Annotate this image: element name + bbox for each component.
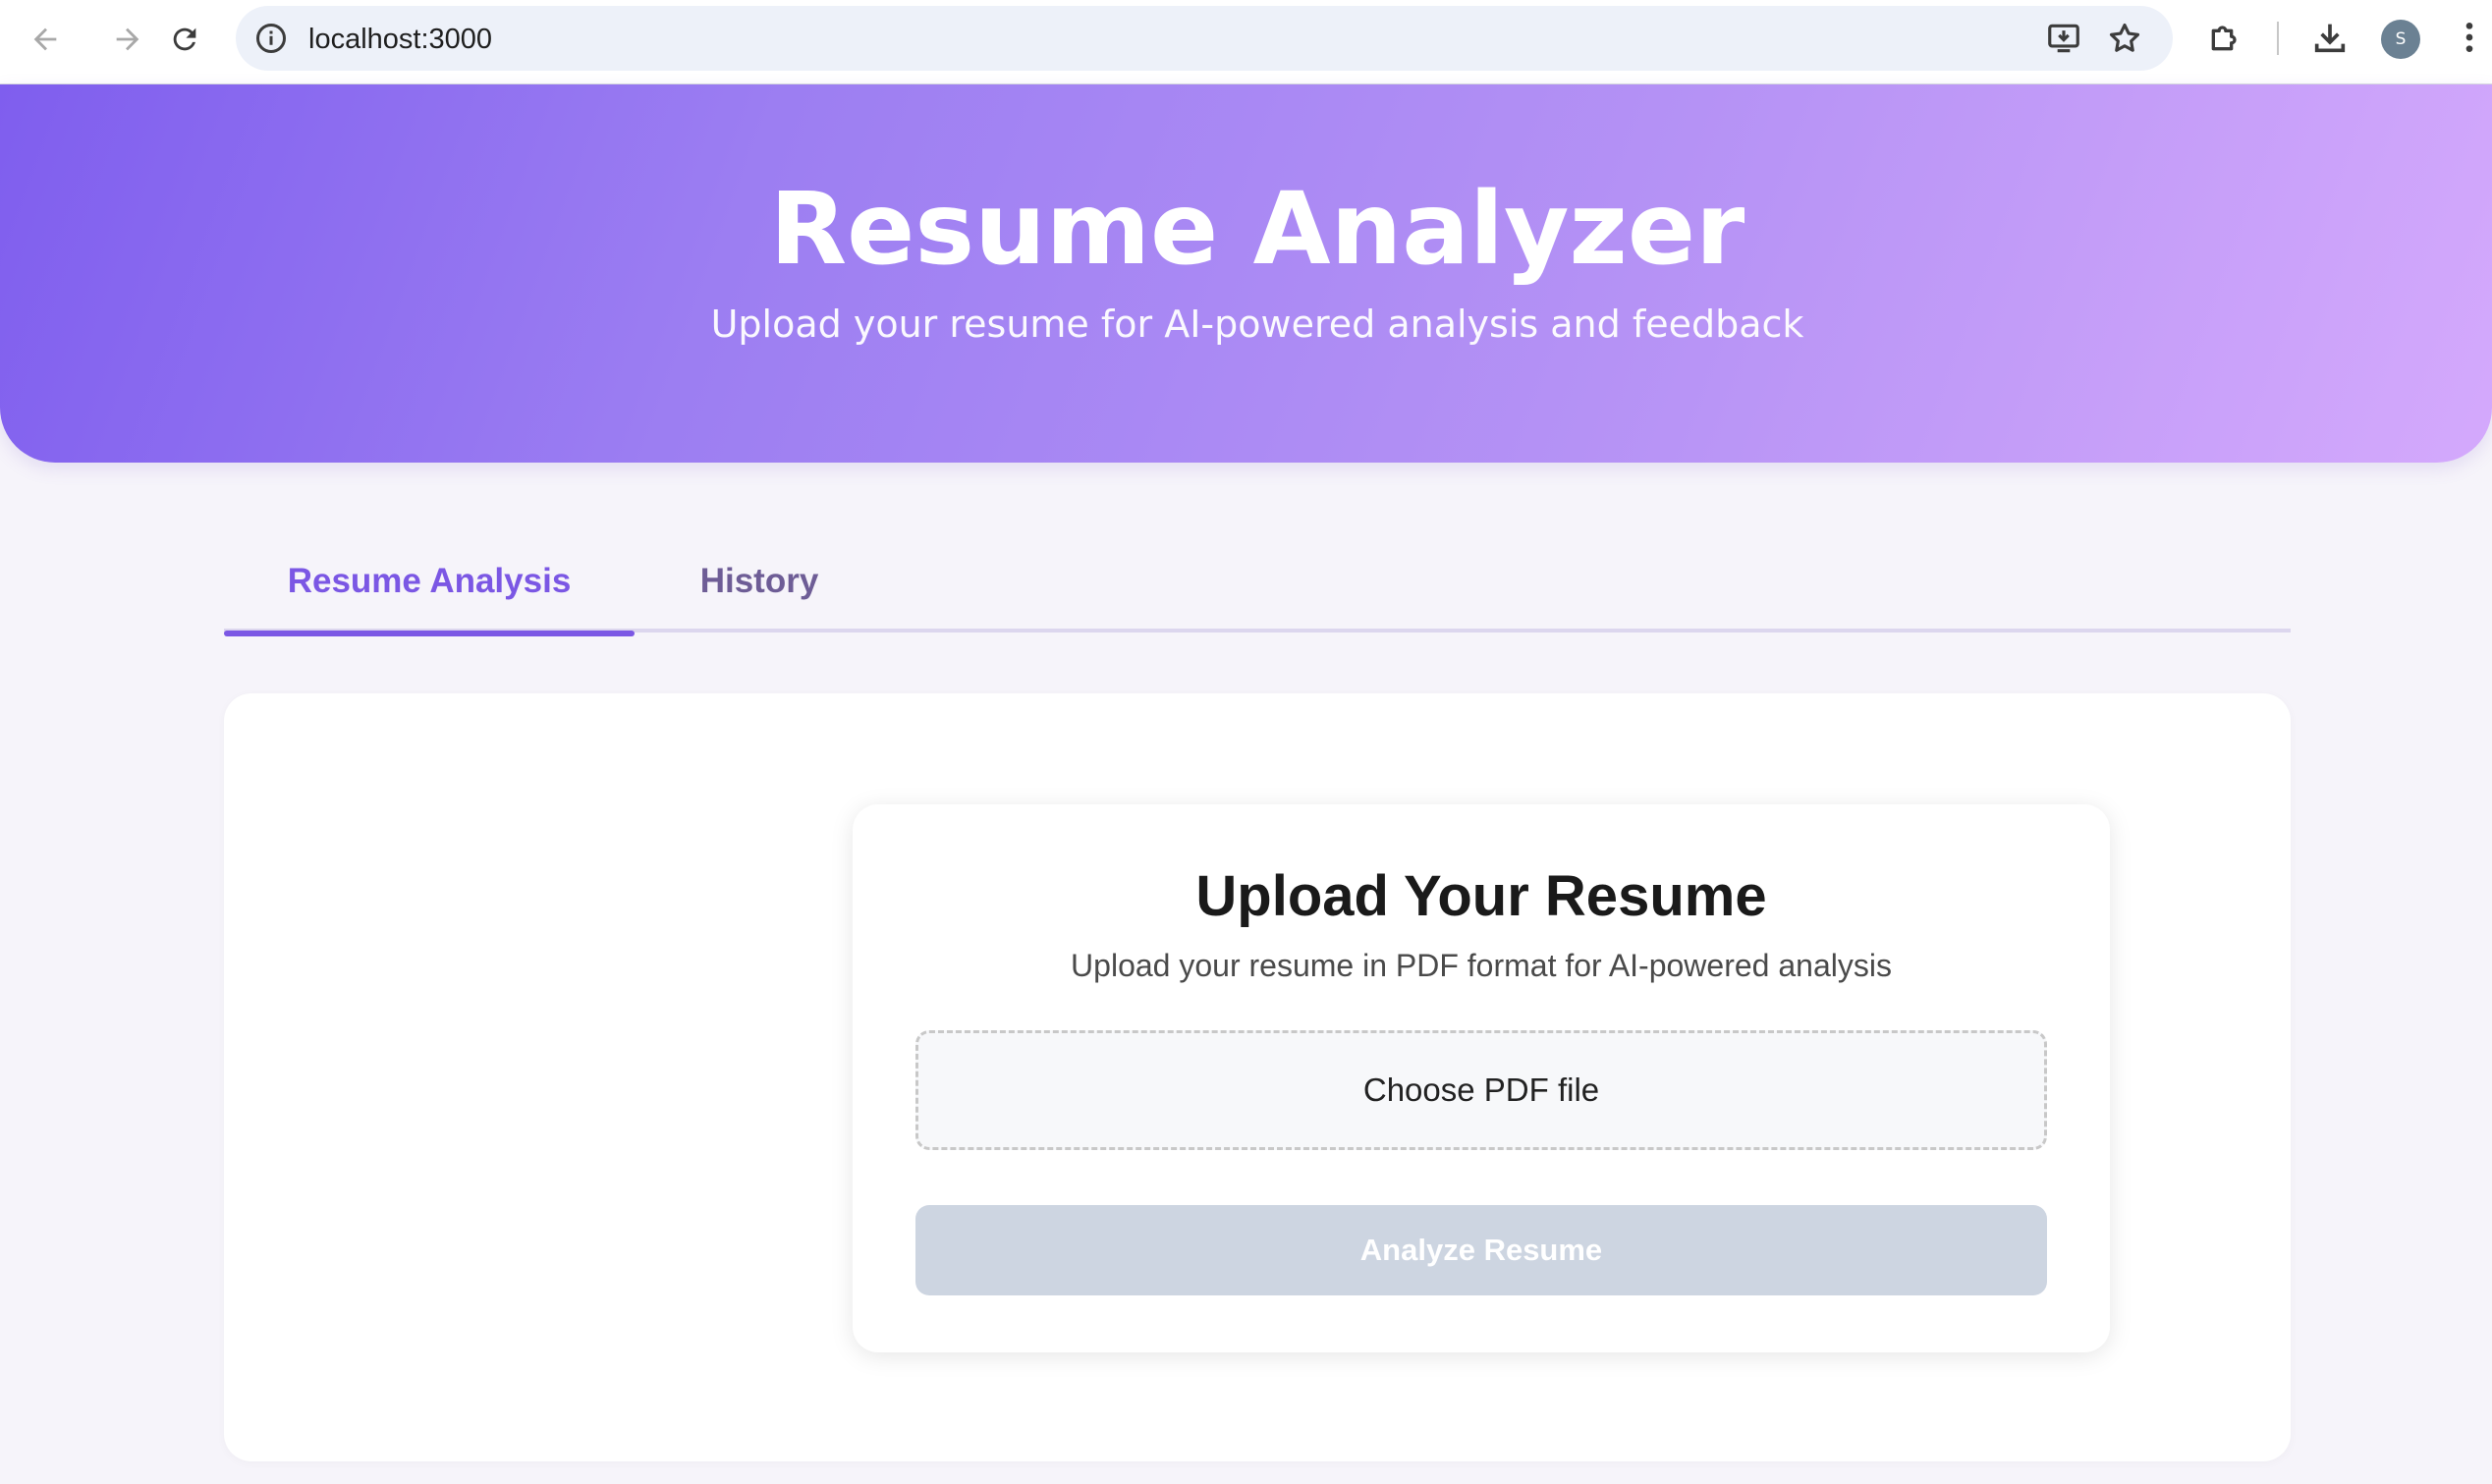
upload-title: Upload Your Resume [1195,864,1767,928]
site-info-icon[interactable] [253,21,289,56]
address-bar[interactable]: localhost:3000 [236,6,2173,71]
hero-banner: Resume Analyzer Upload your resume for A… [0,84,2492,463]
install-app-icon [2048,24,2079,53]
arrow-right-icon [116,27,139,51]
star-icon [2109,23,2140,52]
tab-bar: Resume Analysis History [224,530,2291,636]
profile-avatar[interactable]: S [2381,20,2420,59]
browser-toolbar: localhost:3000 S [0,0,2492,84]
app-title: Resume Analyzer [769,171,1745,288]
tab-resume-analysis[interactable]: Resume Analysis [224,530,635,636]
install-app-button[interactable] [2045,20,2082,57]
app-subtitle: Upload your resume for AI-powered analys… [710,302,1804,346]
content-panel: Upload Your Resume Upload your resume in… [224,693,2291,1461]
toolbar-divider [2277,22,2279,55]
extensions-button[interactable] [2205,18,2244,57]
choose-file-input[interactable]: Choose PDF file [915,1030,2047,1150]
browser-menu-button[interactable] [2450,18,2489,57]
tab-history[interactable]: History [635,530,884,632]
back-button[interactable] [18,12,73,67]
puzzle-icon [2211,26,2237,51]
choose-file-label: Choose PDF file [1362,1072,1600,1108]
url-text[interactable]: localhost:3000 [308,24,492,56]
forward-button[interactable] [100,12,155,67]
bookmark-button[interactable] [2106,20,2143,57]
analyze-resume-button[interactable]: Analyze Resume [915,1205,2047,1295]
reload-icon [173,27,196,51]
upload-description: Upload your resume in PDF format for AI-… [1071,948,1892,983]
kebab-menu-icon [2465,23,2473,52]
upload-card: Upload Your Resume Upload your resume in… [853,804,2110,1352]
reload-button[interactable] [157,12,212,67]
download-icon [2314,24,2346,53]
arrow-left-icon [33,27,57,51]
downloads-button[interactable] [2310,18,2350,57]
